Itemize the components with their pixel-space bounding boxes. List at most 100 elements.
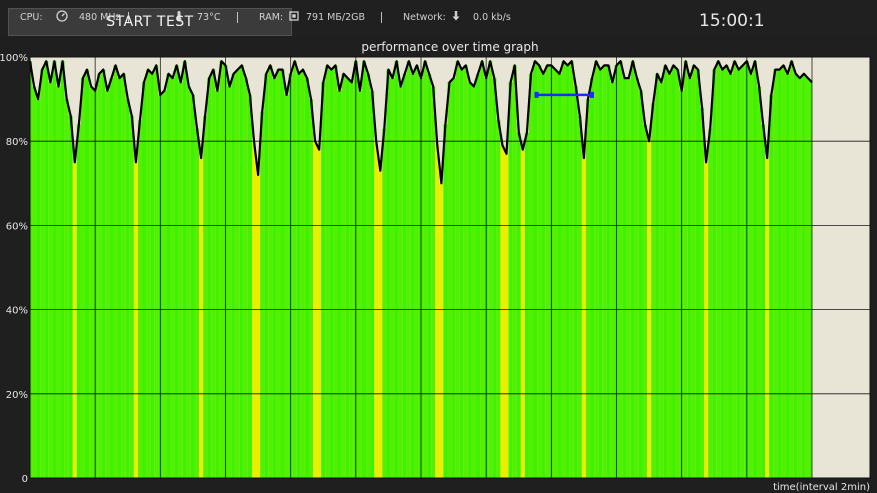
data-bar <box>370 90 375 479</box>
data-bar <box>789 61 794 479</box>
y-tick-label: 40% <box>6 306 28 317</box>
data-bar <box>761 124 766 479</box>
data-bar <box>524 132 529 478</box>
data-bar <box>508 82 513 478</box>
data-bar <box>105 90 110 479</box>
data-bar <box>203 115 208 478</box>
performance-graph: 0 20% 40% 60% 80% 100% time(interval 2min) <box>0 53 871 493</box>
data-bar <box>337 90 342 479</box>
data-bar <box>712 69 717 478</box>
data-bar <box>520 149 525 478</box>
data-bar <box>194 128 200 478</box>
data-bar <box>736 69 741 478</box>
data-bar <box>801 73 806 478</box>
data-bar <box>797 78 802 479</box>
data-bar <box>488 61 493 479</box>
data-bar <box>76 124 81 479</box>
y-tick-label: 20% <box>6 390 28 401</box>
data-bar <box>414 65 419 479</box>
data-bar <box>459 69 464 478</box>
data-bar <box>504 153 509 478</box>
data-bar <box>264 73 269 478</box>
data-bar <box>577 115 582 478</box>
data-bar <box>390 78 395 479</box>
data-bar <box>357 90 362 479</box>
data-bar <box>215 90 220 479</box>
data-bar <box>243 78 248 479</box>
data-bar <box>724 65 729 479</box>
data-bar <box>716 61 721 479</box>
data-bar <box>186 86 191 478</box>
data-bar <box>109 78 114 479</box>
data-bar <box>166 73 171 478</box>
data-bar <box>805 78 810 479</box>
data-bar <box>752 61 758 479</box>
selection-marker-start <box>534 91 539 98</box>
data-bar <box>720 69 725 478</box>
data-bar <box>431 86 436 478</box>
data-bar <box>170 78 175 479</box>
data-bar <box>777 69 782 478</box>
data-bar <box>480 61 485 479</box>
data-bar <box>239 65 244 479</box>
data-bar <box>516 132 521 478</box>
y-tick-label: 80% <box>6 137 28 148</box>
data-bar <box>284 94 289 478</box>
data-bar <box>211 69 216 478</box>
data-bar <box>190 94 195 478</box>
data-bar <box>178 82 183 478</box>
x-axis-label: time(interval 2min) <box>773 482 870 493</box>
data-bar <box>512 65 517 479</box>
data-bar <box>292 61 297 479</box>
data-bar <box>781 65 786 479</box>
data-bar <box>537 65 542 479</box>
data-bar <box>447 82 452 478</box>
data-bar <box>667 73 672 478</box>
data-bar <box>235 69 240 478</box>
data-bar <box>435 145 440 478</box>
data-bar <box>80 78 85 479</box>
data-bar <box>260 111 265 478</box>
data-bar <box>561 61 566 479</box>
data-bar <box>146 69 151 478</box>
data-bar <box>382 128 387 478</box>
data-bar <box>272 78 277 479</box>
data-bar <box>732 61 737 479</box>
data-bar <box>699 107 705 479</box>
data-bar <box>496 120 501 479</box>
data-bar <box>256 174 261 478</box>
data-bar <box>394 61 399 479</box>
data-bar <box>626 78 631 479</box>
data-bar <box>378 170 383 479</box>
data-bar <box>492 78 497 479</box>
data-bar <box>304 78 309 479</box>
data-bar <box>121 73 126 478</box>
data-bar <box>455 61 460 479</box>
data-bar <box>793 73 798 478</box>
data-bar <box>361 61 367 479</box>
data-bar <box>137 120 143 479</box>
data-bar <box>349 82 354 478</box>
data-bar <box>651 103 656 478</box>
data-bar <box>704 162 709 478</box>
data-bar <box>557 73 562 478</box>
data-bar <box>683 61 688 479</box>
data-bar <box>276 69 281 478</box>
data-bar <box>439 183 444 479</box>
data-bar <box>308 99 314 478</box>
data-bar <box>227 86 232 478</box>
data-bar <box>142 82 147 478</box>
data-bar <box>325 65 330 479</box>
data-bar <box>154 65 159 479</box>
data-bar <box>553 69 558 478</box>
data-bar <box>528 73 534 478</box>
data-bar <box>467 82 472 478</box>
data-bar <box>56 86 61 478</box>
data-bar <box>594 61 599 479</box>
data-bar <box>748 73 753 478</box>
data-bar <box>740 65 745 479</box>
data-bar <box>280 69 285 478</box>
data-bar <box>500 145 505 478</box>
data-bar <box>398 86 403 478</box>
data-bar <box>638 90 643 479</box>
